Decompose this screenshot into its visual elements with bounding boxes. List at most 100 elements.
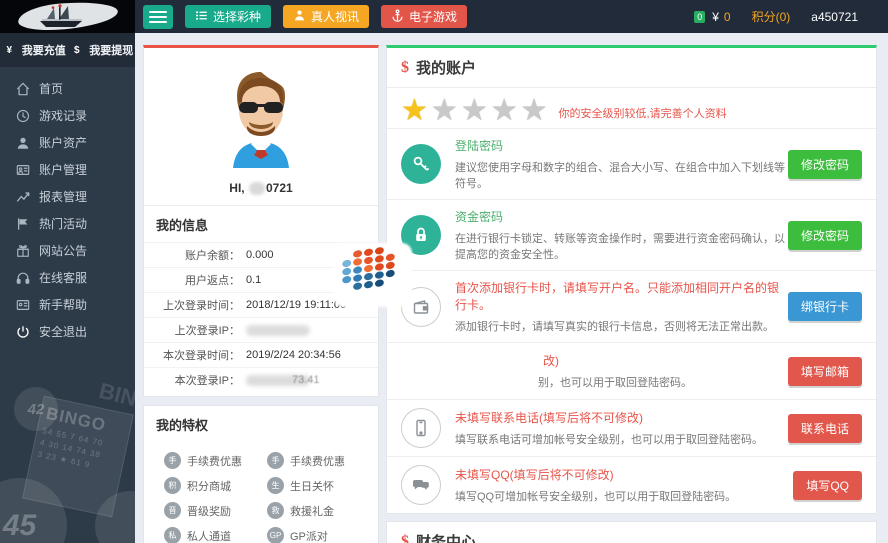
sidebar-menu-item[interactable]: 报表管理	[0, 183, 135, 210]
hamburger-menu-button[interactable]	[143, 5, 173, 29]
sidebar-menu-item[interactable]: 在线客服	[0, 264, 135, 291]
list-icon	[195, 9, 208, 25]
privilege-label: 私人通道	[187, 528, 231, 543]
row-title: 未填写联系电话(填写后将不可修改)	[455, 409, 788, 426]
account-setting-row: 改) 别，也可以用于取回登陆密码。 填写邮箱	[387, 342, 876, 399]
idcard-icon	[16, 163, 30, 177]
sidebar-menu-item-label: 新手帮助	[39, 296, 87, 313]
topbar-right-cluster: 0 ¥ 0 积分(0) a450721	[680, 8, 888, 25]
privileges-grid: 手 手续费优惠 手 手续费优惠 积 积分商城 生	[144, 442, 378, 543]
info-label: 上次登录时间：	[144, 297, 240, 313]
privilege-icon: 晋	[164, 502, 181, 519]
info-value: 2019/2/24 20:34:56	[246, 349, 341, 361]
live-person-icon	[293, 9, 306, 25]
privilege-icon: 救	[267, 502, 284, 519]
account-setting-row: 未填写QQ(填写后将不可修改) 填写QQ可增加帐号安全级别，也可以用于取回登陆密…	[387, 456, 876, 513]
top-bar: 选择彩种 真人视讯 电子游戏 0 ¥ 0 积分(0)	[0, 0, 888, 33]
privilege-item: 私 私人通道	[164, 527, 267, 543]
sidebar-menu-item-label: 游戏记录	[39, 107, 87, 124]
privilege-icon: 私	[164, 527, 181, 543]
sidebar-menu-item-label: 网站公告	[39, 242, 87, 259]
row-action-button[interactable]: 联系电话	[788, 414, 862, 443]
star-icon: ★	[461, 94, 491, 127]
row-description: 填写联系电话可增加帐号安全级别，也可以用于取回登陆密码。	[455, 431, 788, 447]
topbar-menu-button[interactable]: 电子游戏	[381, 5, 467, 28]
info-value-text: 2018/12/19 19:11:00	[246, 299, 346, 311]
privilege-label: 手续费优惠	[290, 453, 345, 469]
account-column: $ 我的账户 ★★★★★ 你的安全级别较低,请完善个人资料 登陆密码 建议您使用…	[386, 45, 877, 543]
sidebar-action-label: 我要提现	[89, 42, 133, 58]
sidebar-action-button[interactable]: $ 我要提现	[68, 42, 136, 58]
user-account[interactable]: a450721	[806, 10, 858, 24]
info-value: 73.41	[246, 374, 320, 386]
topbar-menu-button[interactable]: 真人视讯	[283, 5, 369, 28]
row-description: 在进行银行卡锁定、转账等资金操作时，需要进行资金密码确认，以提高您的资金安全性。	[455, 230, 788, 262]
main-content: HI, 0721 我的信息 账户余额： 0.000 用户返点：	[135, 33, 888, 543]
sidebar-menu-item[interactable]: 安全退出	[0, 318, 135, 345]
user-avatar	[209, 64, 313, 173]
power-icon	[16, 325, 30, 339]
row-title: 登陆密码	[455, 137, 788, 154]
privilege-label: 晋级奖励	[187, 503, 231, 519]
username-label: a450721	[811, 10, 858, 24]
sidebar-menu-item[interactable]: 首页	[0, 75, 135, 102]
key-icon	[401, 144, 441, 184]
chat-icon	[401, 465, 441, 505]
my-account-header: $ 我的账户	[387, 48, 876, 88]
row-title: 改)	[543, 352, 788, 369]
row-action-button[interactable]: 填写邮箱	[788, 357, 862, 386]
blurred-username-part	[249, 182, 265, 195]
points-display[interactable]: 积分(0)	[747, 8, 791, 25]
star-icon: ★	[521, 94, 551, 127]
topbar-menu-button-label: 电子游戏	[409, 8, 457, 25]
sidebar-menu-item[interactable]: 游戏记录	[0, 102, 135, 129]
star-icon: ★	[401, 94, 431, 127]
info-value	[246, 325, 310, 336]
blurred-value	[246, 325, 310, 336]
privilege-icon: 积	[164, 477, 181, 494]
topbar-menu-button[interactable]: 选择彩种	[185, 5, 271, 28]
row-action-button[interactable]: 填写QQ	[793, 471, 862, 500]
row-action-button[interactable]: 绑银行卡	[788, 292, 862, 321]
mail-badge: 0	[694, 11, 705, 23]
info-value: 0.000	[246, 249, 274, 261]
currency-symbol: ¥	[712, 10, 719, 24]
privilege-icon: 生	[267, 477, 284, 494]
site-logo[interactable]	[0, 0, 135, 33]
row-title: 未填写QQ(填写后将不可修改)	[455, 466, 793, 483]
info-value: 0.1	[246, 274, 261, 286]
dollar-icon: $	[401, 59, 409, 77]
sidebar-menu-item-label: 首页	[39, 80, 63, 97]
security-level: ★★★★★ 你的安全级别较低,请完善个人资料	[387, 88, 876, 128]
row-action-button[interactable]: 修改密码	[788, 150, 862, 179]
star-icon: ★	[431, 94, 461, 127]
privilege-label: 手续费优惠	[187, 453, 242, 469]
sidebar-menu-item[interactable]: 网站公告	[0, 237, 135, 264]
info-value: 2018/12/19 19:11:00	[246, 299, 346, 311]
sidebar-menu-item[interactable]: 账户资产	[0, 129, 135, 156]
balance-display[interactable]: ¥ 0	[712, 10, 730, 24]
sidebar-action-button[interactable]: ¥ 我要充值	[0, 42, 68, 58]
info-row: 上次登录IP：	[144, 317, 378, 342]
row-title: 资金密码	[455, 208, 788, 225]
privilege-icon: GP	[267, 527, 284, 543]
balance-value: 0	[724, 10, 731, 24]
profile-card: HI, 0721 我的信息 账户余额： 0.000 用户返点：	[143, 45, 379, 397]
sidebar-menu-item[interactable]: 热门活动	[0, 210, 135, 237]
sidebar-menu-item[interactable]: 新手帮助	[0, 291, 135, 318]
my-account-title: 我的账户	[416, 57, 476, 78]
dots-logo-watermark	[342, 245, 394, 293]
greeting: HI, 0721	[229, 181, 292, 195]
sidebar: ¥ 我要充值 $ 我要提现 首页 游戏记录 账户资产	[0, 33, 135, 543]
info-value-text: 0.000	[246, 249, 274, 261]
finance-header: $ 财务中心	[387, 522, 876, 543]
security-stars: ★★★★★	[401, 96, 551, 126]
topbar-menu-buttons: 选择彩种 真人视讯 电子游戏	[173, 5, 467, 28]
row-action-button[interactable]: 修改密码	[788, 221, 862, 250]
row-description: 添加银行卡时，请填写真实的银行卡信息，否则将无法正常出款。	[455, 318, 788, 334]
privileges-title: 我的特权	[144, 406, 378, 442]
info-label: 本次登录时间：	[144, 347, 240, 363]
privilege-label: 救援礼金	[290, 503, 334, 519]
sidebar-menu-item[interactable]: 账户管理	[0, 156, 135, 183]
privilege-item: 积 积分商城	[164, 477, 267, 494]
